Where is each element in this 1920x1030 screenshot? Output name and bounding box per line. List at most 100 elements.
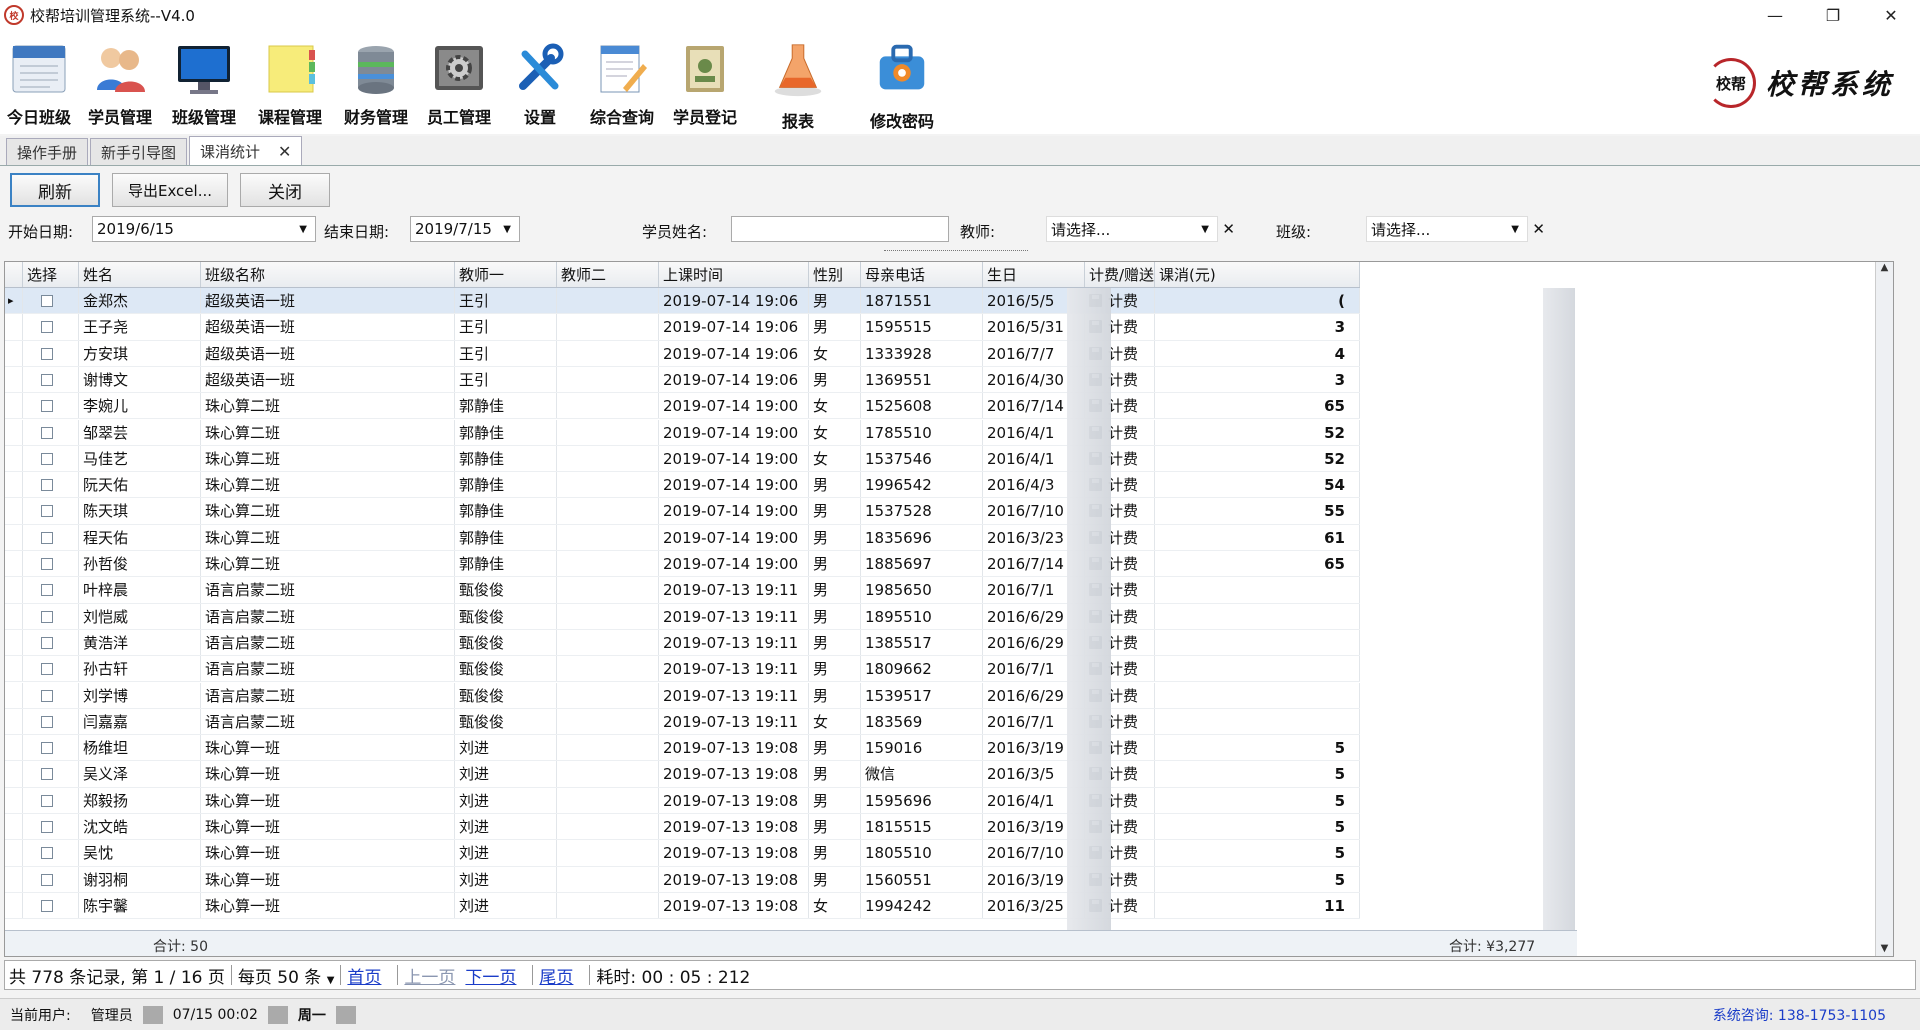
row-checkbox[interactable] xyxy=(41,479,53,492)
row-checkbox[interactable] xyxy=(41,452,53,465)
last-page-link[interactable]: 尾页 xyxy=(539,963,573,988)
toolbar-change-password[interactable]: 修改密码 xyxy=(850,30,954,134)
table-row[interactable]: 马佳艺 珠心算二班 郭静佳 2019-07-14 19:00 女 1537546 2016/… xyxy=(5,445,1360,473)
table-row[interactable]: 邹翠芸 珠心算二班 郭静佳 2019-07-14 19:00 女 1785510 2016/… xyxy=(5,419,1360,446)
row-checkbox[interactable] xyxy=(41,636,53,649)
prev-page-link[interactable]: 上一页 xyxy=(404,963,455,988)
row-checkbox[interactable] xyxy=(41,531,53,544)
table-row[interactable]: 吴义泽 珠心算一班 刘进 2019-07-13 19:08 男微信 2016/3/5 计费 5 xyxy=(5,761,1360,788)
vertical-scrollbar[interactable]: ▲ ▼ xyxy=(1875,262,1893,956)
tab-manual[interactable]: 操作手册 xyxy=(6,138,89,165)
row-checkbox[interactable] xyxy=(41,400,53,413)
row-checkbox[interactable] xyxy=(41,321,53,334)
table-row[interactable]: 陈天琪 珠心算二班 郭静佳 2019-07-14 19:00 男 1537528 2016/… xyxy=(5,498,1360,525)
table-row[interactable]: 郑毅扬 珠心算一班 刘进 2019-07-13 19:08 男 1595696 2016/4… xyxy=(5,787,1360,814)
table-row[interactable]: 程天佑 珠心算二班 郭静佳 2019-07-14 19:00 男 1835696 2016/… xyxy=(5,524,1360,551)
table-row[interactable]: 沈文皓 珠心算一班 刘进 2019-07-13 19:08 男 1815515 2016/3… xyxy=(5,814,1360,841)
clear-class-icon[interactable]: ✕ xyxy=(1532,220,1545,238)
column-header-student-name[interactable]: 姓名 xyxy=(79,262,201,287)
table-row[interactable]: 阮天佑 珠心算二班 郭静佳 2019-07-14 19:00 男 1996542 2016/… xyxy=(5,472,1360,499)
toolbar-student-register[interactable]: 学员登记 xyxy=(664,30,746,134)
column-header-class-name[interactable]: 班级名称 xyxy=(201,262,455,287)
row-checkbox[interactable] xyxy=(41,610,53,623)
column-header-mother-phone[interactable]: 母亲电话 xyxy=(861,262,983,287)
tab-guide[interactable]: 新手引导图 xyxy=(90,138,188,165)
per-page-select[interactable]: 每页 50 条 ▼ xyxy=(238,963,335,988)
export-excel-button[interactable]: 导出Excel... xyxy=(112,173,228,207)
row-checkbox[interactable] xyxy=(41,373,53,386)
row-checkbox[interactable] xyxy=(41,715,53,728)
minimize-button[interactable]: — xyxy=(1746,0,1804,30)
tab-lesson-stats[interactable]: 课消统计 ✕ xyxy=(189,136,303,165)
toolbar-staff-mgmt[interactable]: 员工管理 xyxy=(418,30,500,134)
table-row[interactable]: 方安琪 超级英语一班 王引 2019-07-14 19:06 女 1333928 2016/… xyxy=(5,340,1360,367)
toolbar-reports[interactable]: 报表 xyxy=(746,30,850,134)
toolbar-query[interactable]: 综合查询 xyxy=(580,30,664,134)
row-checkbox[interactable] xyxy=(41,505,53,518)
table-row[interactable]: 黄浩洋 语言启蒙二班 甄俊俊 2019-07-13 19:11 男 1385517 2016… xyxy=(5,629,1360,657)
chevron-down-icon[interactable]: ▼ xyxy=(299,224,307,235)
table-row[interactable]: 刘恺威 语言启蒙二班 甄俊俊 2019-07-13 19:11 男 1895510 2016… xyxy=(5,603,1360,630)
row-checkbox[interactable] xyxy=(41,768,53,781)
table-row[interactable]: 刘学博 语言启蒙二班 甄俊俊 2019-07-13 19:11 男 1539517 2016… xyxy=(5,682,1360,709)
scroll-up-icon[interactable]: ▲ xyxy=(1876,262,1893,273)
teacher-select[interactable]: 请选择... ▼ ✕ xyxy=(1046,216,1235,242)
table-row[interactable]: 吴忱 珠心算一班 刘进 2019-07-13 19:08 男 1805510 2016/7/… xyxy=(5,840,1360,867)
row-checkbox[interactable] xyxy=(41,821,53,833)
toolbar-settings[interactable]: 设置 xyxy=(500,30,580,134)
column-header-select[interactable]: 选择 xyxy=(23,262,79,287)
splitter-handle[interactable] xyxy=(884,250,1028,256)
toolbar-finance-mgmt[interactable]: 财务管理 xyxy=(334,30,418,134)
row-checkbox[interactable] xyxy=(41,873,53,886)
column-header-gender[interactable]: 性别 xyxy=(809,262,861,287)
table-row[interactable]: 孙哲俊 珠心算二班 郭静佳 2019-07-14 19:00 男 1885697 2016/… xyxy=(5,551,1360,578)
table-row[interactable]: ▸ 金郑杰 超级英语一班 王引 2019-07-14 19:06 男 1871551 2016… xyxy=(5,288,1360,315)
toolbar-class-mgmt[interactable]: 班级管理 xyxy=(162,30,246,134)
table-row[interactable]: 王子尧 超级英语一班 王引 2019-07-14 19:06 男 1595515 2016/… xyxy=(5,314,1360,341)
chevron-down-icon[interactable]: ▼ xyxy=(1201,224,1209,235)
column-header-lesson-time[interactable]: 上课时间 xyxy=(659,262,809,287)
first-page-link[interactable]: 首页 xyxy=(347,963,381,988)
row-checkbox[interactable] xyxy=(41,295,53,307)
row-checkbox[interactable] xyxy=(41,347,53,360)
table-row[interactable]: 谢羽桐 珠心算一班 刘进 2019-07-13 19:08 男 1560551 2016/3… xyxy=(5,866,1360,893)
student-name-input[interactable] xyxy=(731,216,949,242)
row-checkbox[interactable] xyxy=(41,742,53,755)
toolbar-course-mgmt[interactable]: 课程管理 xyxy=(246,30,334,134)
toolbar-student-mgmt[interactable]: 学员管理 xyxy=(78,30,162,134)
maximize-button[interactable]: ❐ xyxy=(1804,0,1862,30)
row-checkbox[interactable] xyxy=(41,584,53,597)
clear-teacher-icon[interactable]: ✕ xyxy=(1222,220,1235,238)
close-button[interactable]: 关闭 xyxy=(240,173,330,207)
close-window-button[interactable]: ✕ xyxy=(1862,0,1920,30)
table-row[interactable]: 谢博文 超级英语一班 王引 2019-07-14 19:06 男 1369551 2016/… xyxy=(5,366,1360,394)
tab-close-icon[interactable]: ✕ xyxy=(278,142,291,161)
chevron-down-icon[interactable]: ▼ xyxy=(1511,224,1519,235)
row-checkbox[interactable] xyxy=(41,794,53,807)
row-checkbox[interactable] xyxy=(41,426,53,439)
start-date-picker[interactable]: 2019/6/15 ▼ xyxy=(92,216,316,242)
row-checkbox[interactable] xyxy=(41,899,53,912)
table-row[interactable]: 李婉儿 珠心算二班 郭静佳 2019-07-14 19:00 女 1525608 2016/… xyxy=(5,393,1360,420)
refresh-button[interactable]: 刷新 xyxy=(10,173,100,207)
scroll-down-icon[interactable]: ▼ xyxy=(1876,943,1893,954)
end-date-picker[interactable]: 2019/7/15 ▼ xyxy=(410,216,520,242)
row-checkbox[interactable] xyxy=(41,663,53,676)
next-page-link[interactable]: 下一页 xyxy=(465,963,516,988)
column-header-teacher-2[interactable]: 教师二 xyxy=(557,262,659,287)
column-header-fee-type[interactable]: 计费/赠送 xyxy=(1085,262,1155,287)
table-row[interactable]: 闫嘉嘉 语言启蒙二班 甄俊俊 2019-07-13 19:11 女 183569 2016/… xyxy=(5,708,1360,736)
column-header-teacher-1[interactable]: 教师一 xyxy=(455,262,557,287)
table-row[interactable]: 孙古轩 语言启蒙二班 甄俊俊 2019-07-13 19:11 男 1809662 2016… xyxy=(5,656,1360,683)
table-row[interactable]: 杨维坦 珠心算一班 刘进 2019-07-13 19:08 男 159016 2016/3/… xyxy=(5,735,1360,762)
chevron-down-icon[interactable]: ▼ xyxy=(327,975,335,986)
class-select[interactable]: 请选择... ▼ ✕ xyxy=(1366,216,1545,242)
column-header-lesson-amount[interactable]: 课消(元) xyxy=(1155,262,1360,287)
column-header-birthday[interactable]: 生日 xyxy=(983,262,1085,287)
table-row[interactable]: 陈宇馨 珠心算一班 刘进 2019-07-13 19:08 女 1994242 2016/3… xyxy=(5,892,1360,920)
row-checkbox[interactable] xyxy=(41,558,53,570)
table-row[interactable]: 叶梓晨 语言启蒙二班 甄俊俊 2019-07-13 19:11 男 1985650 2016… xyxy=(5,577,1360,604)
row-checkbox[interactable] xyxy=(41,847,53,860)
row-checkbox[interactable] xyxy=(41,689,53,702)
toolbar-today-class[interactable]: 今日班级 xyxy=(0,30,78,134)
